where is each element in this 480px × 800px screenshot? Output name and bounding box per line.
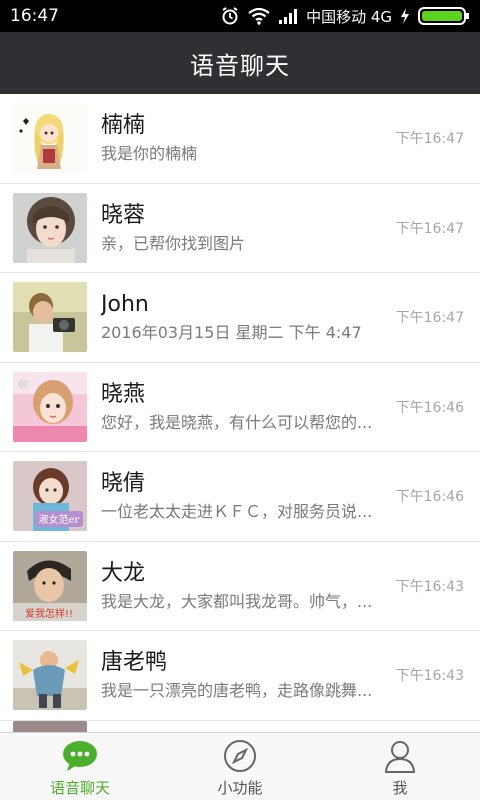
chat-name: 晓燕 [101, 381, 146, 407]
chat-time: 下午16:47 [395, 131, 464, 147]
bottom-tab-bar: 语音聊天 小功能 我 [0, 732, 480, 800]
chat-item-nannan[interactable]: 楠楠 我是你的楠楠 下午16:47 [0, 94, 480, 184]
chat-bubble-icon [62, 739, 98, 773]
chat-item-partial[interactable] [0, 720, 480, 732]
tab-me[interactable]: 我 [320, 733, 480, 800]
person-icon [382, 739, 418, 773]
avatar-xiaoqian: 淑女范er [13, 461, 87, 532]
status-icons: 中国移动 4G [220, 6, 470, 27]
wifi-icon [248, 7, 270, 25]
chat-message: 一位老太太走进ＫＦＣ，对服务员说... [101, 502, 373, 522]
avatar-partial [13, 720, 87, 732]
chat-name: 楠楠 [101, 113, 146, 139]
chat-message: 我是一只漂亮的唐老鸭，走路像跳舞... [101, 681, 373, 701]
chat-name: 晓蓉 [101, 202, 146, 228]
chat-time: 下午16:47 [395, 310, 464, 326]
chat-message: 2016年03月15日 星期二 下午 4:47 [101, 323, 362, 343]
avatar-caption: 淑女范er [39, 513, 80, 526]
chat-message: 您好，我是晓燕，有什么可以帮您的... [101, 412, 373, 432]
status-bar: 16:47 中国移动 4G [0, 0, 480, 32]
chat-message: 亲，已帮你找到图片 [101, 233, 246, 253]
chat-name: John [101, 292, 149, 318]
chat-message: 我是大龙，大家都叫我龙哥。帅气，... [101, 591, 373, 611]
chat-item-dalong[interactable]: 爱我怎样!! 大龙 我是大龙，大家都叫我龙哥。帅气，... 下午16:43 [0, 542, 480, 631]
chat-item-xiaoqian[interactable]: 淑女范er 晓倩 一位老太太走进ＫＦＣ，对服务员说... 下午16:46 [0, 452, 480, 542]
signal-icon [278, 8, 298, 24]
chat-name: 晓倩 [101, 471, 146, 497]
charging-icon [400, 8, 410, 24]
chat-item-xiaoyan[interactable]: 晓燕 您好，我是晓燕，有什么可以帮您的... 下午16:46 [0, 363, 480, 452]
app-header: 语音聊天 [0, 32, 480, 94]
tab-features[interactable]: 小功能 [160, 733, 320, 800]
chat-item-xiaorong[interactable]: 晓蓉 亲，已帮你找到图片 下午16:47 [0, 184, 480, 273]
chat-time: 下午16:47 [395, 220, 464, 237]
avatar-xiaoyan [13, 371, 87, 442]
chat-name: 唐老鸭 [101, 650, 168, 676]
avatar-tanglaoya [13, 640, 87, 711]
chat-item-john[interactable]: John 2016年03月15日 星期二 下午 4:47 下午16:47 [0, 273, 480, 363]
status-time: 16:47 [10, 6, 59, 26]
tab-label: 我 [392, 779, 408, 797]
chat-time: 下午16:43 [395, 668, 464, 684]
tab-label: 小功能 [217, 779, 263, 797]
battery-icon [418, 6, 470, 26]
tab-label: 语音聊天 [49, 779, 110, 797]
chat-item-tanglaoya[interactable]: 唐老鸭 我是一只漂亮的唐老鸭，走路像跳舞... 下午16:43 [0, 631, 480, 721]
chat-list[interactable]: 楠楠 我是你的楠楠 下午16:47 晓蓉 亲，已帮你找到图片 下午16:47 J… [0, 94, 480, 732]
compass-icon [222, 739, 258, 773]
avatar-caption: 爱我怎样!! [25, 607, 73, 620]
tab-voice-chat[interactable]: 语音聊天 [0, 733, 160, 800]
avatar-dalong: 爱我怎样!! [13, 550, 87, 621]
chat-name: 大龙 [101, 560, 146, 586]
chat-time: 下午16:46 [395, 399, 464, 416]
avatar-nannan [13, 103, 87, 174]
avatar-xiaorong [13, 192, 87, 263]
page-title: 语音聊天 [190, 51, 290, 80]
alarm-icon [220, 6, 240, 26]
avatar-john [13, 282, 87, 353]
chat-time: 下午16:46 [395, 489, 464, 505]
carrier-label: 中国移动 4G [306, 7, 392, 26]
chat-time: 下午16:43 [395, 578, 464, 595]
chat-message: 我是你的楠楠 [101, 144, 198, 164]
